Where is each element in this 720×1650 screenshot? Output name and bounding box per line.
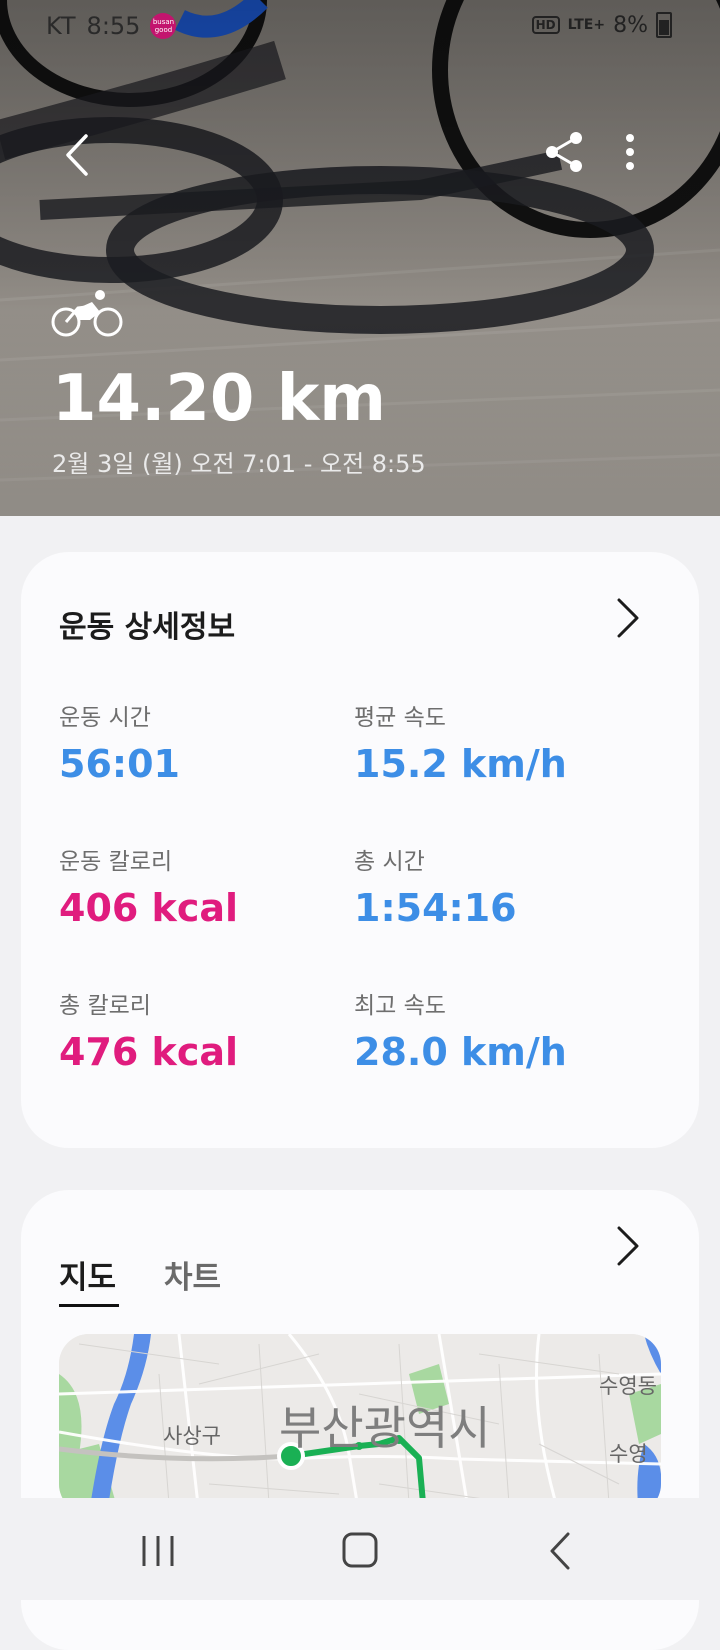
battery-percent: 8%: [613, 12, 648, 38]
metric-value: 1:54:16: [354, 886, 517, 930]
carrier-label: KT: [46, 12, 77, 40]
cyclist-photo: [0, 0, 720, 516]
metric-value: 56:01: [59, 742, 180, 786]
distance-value: 14.20 km: [52, 362, 386, 436]
map-label-right: 수영: [609, 1442, 648, 1466]
tab-chart[interactable]: 차트: [164, 1252, 221, 1297]
metric-label: 총 칼로리: [59, 993, 151, 1019]
share-icon[interactable]: [544, 130, 584, 174]
map-label-top-right: 수영동: [599, 1374, 657, 1398]
metric-exercise-calories: 운동 칼로리 406 kcal: [59, 842, 349, 930]
details-title: 운동 상세정보: [59, 610, 236, 645]
metric-label: 최고 속도: [354, 993, 446, 1019]
workout-details-card: 운동 상세정보 운동 시간 56:01 평균 속도 15.2 km/h 운동 칼…: [21, 552, 699, 1148]
metric-value: 28.0 km/h: [354, 1030, 567, 1074]
metric-label: 평균 속도: [354, 705, 446, 731]
route-map[interactable]: 부산광역시 사상구 수영동 수영: [59, 1334, 661, 1514]
map-label-district: 사상구: [163, 1424, 221, 1448]
details-chevron-right-icon[interactable]: [611, 596, 641, 640]
tab-map[interactable]: 지도: [59, 1252, 116, 1297]
system-nav-bar: [0, 1498, 720, 1600]
status-bar: KT 8:55 busan good HD LTE+ 8%: [0, 0, 720, 52]
metric-total-time: 총 시간 1:54:16: [354, 842, 644, 930]
metric-value: 15.2 km/h: [354, 742, 567, 786]
back-arrow-icon[interactable]: [58, 130, 102, 180]
map-chevron-right-icon[interactable]: [611, 1224, 641, 1268]
map-label-city: 부산광역시: [279, 1401, 491, 1455]
battery-icon: [656, 12, 672, 38]
workout-date-range: 2월 3일 (월) 오전 7:01 - 오전 8:55: [52, 450, 426, 478]
recent-apps-icon[interactable]: [128, 1526, 188, 1576]
back-nav-icon[interactable]: [532, 1526, 592, 1576]
hd-voice-icon: HD: [531, 16, 560, 34]
lte-icon: LTE+: [567, 17, 606, 33]
home-icon[interactable]: [330, 1526, 390, 1576]
busan-app-icon: busan good: [150, 13, 177, 39]
status-time: 8:55: [86, 12, 141, 40]
metric-value: 406 kcal: [59, 886, 239, 930]
metric-total-calories: 총 칼로리 476 kcal: [59, 986, 349, 1074]
metric-value: 476 kcal: [59, 1030, 239, 1074]
metric-label: 총 시간: [354, 849, 425, 875]
tab-map-indicator: [59, 1304, 119, 1307]
metric-label: 운동 칼로리: [59, 849, 173, 875]
cycling-icon: [51, 290, 123, 337]
hero-banner: KT 8:55 busan good HD LTE+ 8% 14.20 km 2…: [0, 0, 720, 516]
metric-max-speed: 최고 속도 28.0 km/h: [354, 986, 644, 1074]
more-options-icon[interactable]: [618, 130, 642, 174]
metric-exercise-time: 운동 시간 56:01: [59, 698, 349, 786]
metric-avg-speed: 평균 속도 15.2 km/h: [354, 698, 644, 786]
metric-label: 운동 시간: [59, 705, 151, 731]
